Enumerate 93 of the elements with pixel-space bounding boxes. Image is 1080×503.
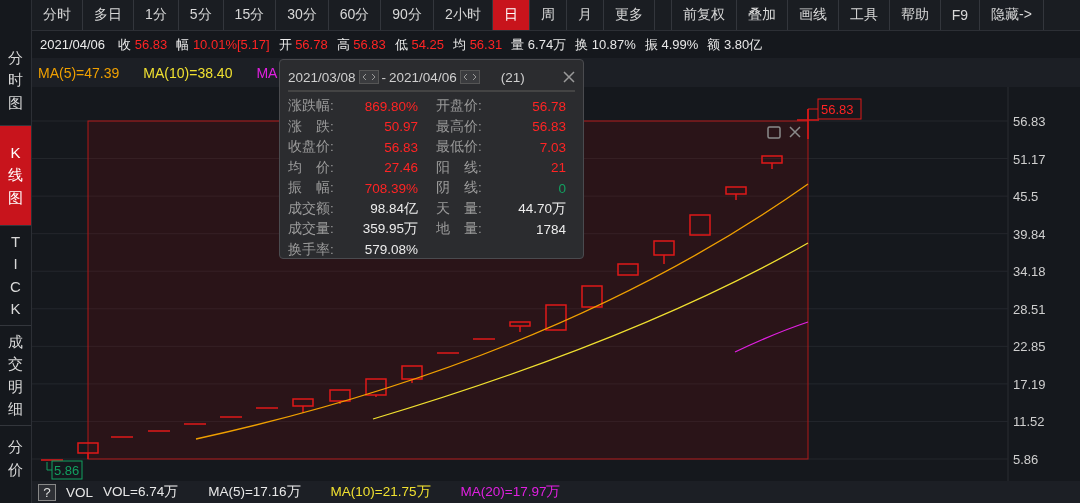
period-tab[interactable]: 2小时 [433, 0, 493, 30]
restore-icon[interactable] [767, 126, 781, 139]
stat-label: 开盘价: [436, 97, 482, 116]
period-tab[interactable]: 分时 [32, 0, 83, 30]
period-tab[interactable]: 日 [492, 0, 530, 30]
volume-legend: MA(10)=21.75万 [330, 483, 431, 501]
close-icon[interactable] [563, 71, 575, 83]
stat-value: 579.08% [364, 242, 418, 258]
quote-field: 开 56.78 [278, 35, 328, 54]
period-tab[interactable]: 15分 [223, 0, 277, 30]
stat-label: 振 幅: [288, 179, 334, 198]
side-tab[interactable]: 成交明细 [0, 326, 31, 426]
volume-legend: MA(5)=17.16万 [208, 483, 301, 501]
period-tab[interactable]: 多日 [83, 0, 134, 30]
volume-legend: MA(20)=17.97万 [460, 483, 561, 501]
stepper-icon[interactable] [459, 70, 480, 84]
quote-field: 收 56.83 [118, 35, 168, 54]
stat-value: 1784 [535, 221, 566, 237]
quote-field: 幅 10.01%[5.17] [176, 35, 270, 54]
stat-label: 涨 跌: [288, 117, 334, 136]
axis-label: 34.18 [1013, 264, 1046, 280]
axis-label: 5.86 [1013, 452, 1039, 467]
stat-label: 阴 线: [436, 179, 482, 198]
stat-value: 7.03 [539, 139, 566, 155]
stat-value: 27.46 [384, 160, 418, 176]
quote-field: 额 3.80亿 [707, 35, 763, 54]
ma-legend: MA(5)=47.39 [38, 64, 120, 81]
toolbar-button[interactable]: F9 [940, 0, 981, 30]
period-tab[interactable]: 90分 [381, 0, 434, 30]
toolbar-button[interactable]: 隐藏-> [980, 0, 1044, 30]
stat-value: 98.84亿 [370, 199, 418, 218]
stat-label: 最低价: [436, 138, 482, 157]
stat-value: 56.83 [384, 139, 418, 155]
axis-label: 22.85 [1013, 339, 1046, 355]
stat-label: 天 量: [436, 199, 482, 218]
toolbar-button[interactable]: 帮助 [889, 0, 941, 30]
volume-label: VOL [66, 484, 93, 500]
quote-field: 低 54.25 [394, 35, 444, 54]
axis-label: 11.52 [1013, 414, 1045, 430]
stat-label: 阳 线: [436, 158, 482, 177]
stat-label: 成交额: [288, 199, 334, 218]
toolbar-button[interactable]: 画线 [787, 0, 839, 30]
stat-value: 708.39% [364, 180, 418, 196]
axis-label: 17.19 [1013, 376, 1046, 392]
stat-value: 0 [558, 180, 566, 196]
stat-label: 成交量: [288, 220, 334, 239]
stat-value: 56.78 [532, 98, 566, 114]
period-tab[interactable]: 30分 [276, 0, 329, 30]
period-tab[interactable]: 周 [529, 0, 567, 30]
stat-value: 44.70万 [518, 199, 566, 218]
stat-value: 56.83 [532, 119, 566, 135]
quote-date: 2021/04/06 [40, 37, 106, 52]
stat-value: 359.95万 [362, 220, 418, 239]
ma-legend: MA [256, 64, 278, 81]
period-tab[interactable]: 60分 [328, 0, 382, 30]
quote-field: 均 56.31 [453, 35, 503, 54]
stat-label: 收盘价: [288, 138, 334, 157]
period-tab[interactable]: 1分 [134, 0, 179, 30]
toolbar-button[interactable]: 前复权 [671, 0, 737, 30]
axis-label: 39.84 [1013, 226, 1046, 242]
side-tab[interactable]: TICK [0, 226, 31, 326]
toolbar-button[interactable]: 叠加 [736, 0, 788, 30]
axis-label: 28.51 [1013, 301, 1046, 317]
stat-value: 50.97 [384, 119, 418, 135]
quote-field: 高 56.83 [336, 35, 386, 54]
side-tab[interactable]: K线图 [0, 126, 31, 226]
stat-label: 涨跌幅: [288, 97, 334, 116]
start-date: 2021/03/08 [288, 69, 356, 85]
stat-value: 869.80% [364, 98, 418, 114]
quote-field: 量 6.74万 [511, 35, 567, 54]
stat-label: 均 价: [288, 158, 334, 177]
axis-label: 51.17 [1013, 151, 1046, 167]
range-separator: - [381, 69, 387, 85]
quote-field: 换 10.87% [575, 35, 636, 54]
period-tab[interactable]: 更多 [603, 0, 655, 30]
axis-label: 56.83 [1013, 114, 1046, 129]
stat-label: 最高价: [436, 117, 482, 136]
volume-legend: VOL=6.74万 [103, 483, 179, 501]
period-tab[interactable]: 月 [566, 0, 604, 30]
help-button[interactable]: ? [38, 483, 56, 501]
axis-label: 45.5 [1013, 189, 1039, 205]
close-icon[interactable] [789, 126, 801, 138]
end-date: 2021/04/06 [389, 69, 457, 85]
ma-legend: MA(10)=38.40 [143, 64, 233, 81]
stepper-icon[interactable] [358, 70, 379, 84]
stat-value: 21 [550, 160, 566, 176]
stat-label: 换手率: [288, 240, 334, 259]
period-tab[interactable]: 5分 [178, 0, 224, 30]
side-tab[interactable]: 分价 [0, 426, 31, 503]
bar-count: (21) [500, 69, 525, 85]
stat-label: 地 量: [436, 220, 482, 239]
toolbar-button[interactable]: 工具 [838, 0, 890, 30]
quote-field: 振 4.99% [644, 35, 699, 54]
